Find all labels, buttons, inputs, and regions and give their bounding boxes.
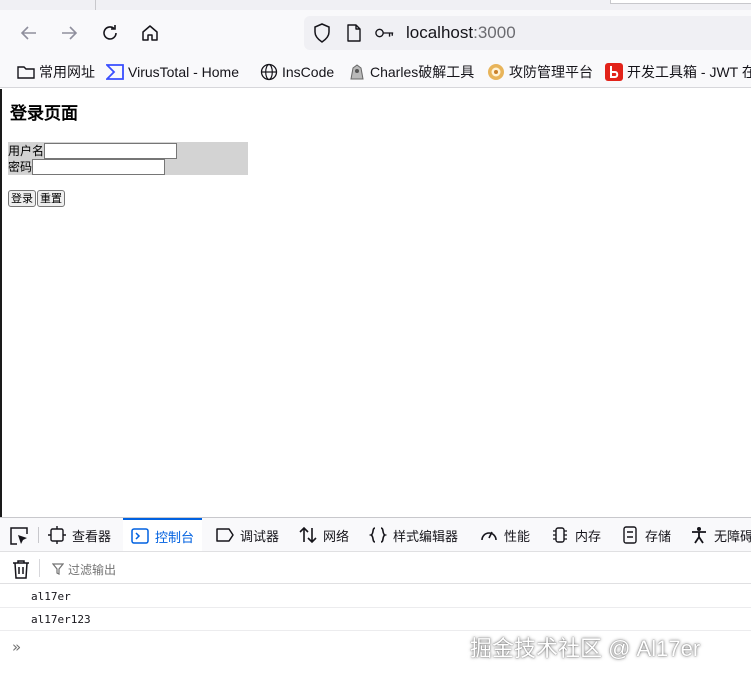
tab-network[interactable]: 网络 [299, 518, 350, 551]
url-bar[interactable]: localhost:3000 [304, 16, 751, 50]
tab-storage[interactable]: 存储 [621, 518, 672, 551]
console-input-prompt[interactable]: » [12, 638, 21, 656]
tab-label: 内存 [575, 528, 602, 544]
trash-icon[interactable] [12, 559, 30, 579]
tab-label: 存储 [645, 528, 672, 544]
bookmark-label: Charles破解工具 [370, 64, 475, 80]
devtools-tabs: 查看器 控制台 调试器 网络 样式编辑器 性能 内存 存储 无障碍 [0, 518, 751, 552]
tab-label: 样式编辑器 [393, 528, 459, 544]
username-row: 用户名 [8, 143, 178, 159]
accessibility-icon [690, 526, 708, 544]
tab-label: 控制台 [155, 529, 195, 545]
bookmark-folder-common[interactable]: 常用网址 [17, 61, 95, 83]
folder-icon [17, 63, 35, 81]
forward-icon[interactable] [57, 21, 81, 45]
inspector-icon [48, 526, 66, 544]
tab-memory[interactable]: 内存 [551, 518, 602, 551]
virustotal-icon [106, 63, 124, 81]
devtools-box-icon [605, 63, 623, 81]
tab-debugger[interactable]: 调试器 [216, 518, 280, 551]
web-page: 登录页面 用户名 密码 登录 重置 [0, 89, 751, 517]
filter-icon [52, 563, 64, 575]
bookmark-label: 常用网址 [39, 64, 95, 80]
bookmark-charles[interactable]: Charles破解工具 [348, 61, 474, 83]
tab-style-editor[interactable]: 样式编辑器 [369, 518, 459, 551]
key-icon[interactable] [375, 23, 395, 43]
filter-placeholder: 过滤输出 [68, 562, 117, 577]
bookmark-label: InsCode [282, 64, 335, 80]
filter-output-input[interactable]: 过滤输出 [52, 560, 116, 578]
bookmark-dev-toolbox[interactable]: 开发工具箱 - JWT 在 [605, 61, 751, 83]
login-button[interactable]: 登录 [8, 190, 36, 207]
bookmark-inscode[interactable]: InsCode [260, 61, 334, 83]
toolbar-separator [39, 559, 40, 577]
url-port: :3000 [473, 23, 516, 42]
url-text[interactable]: localhost:3000 [406, 23, 516, 43]
charles-icon [348, 63, 366, 81]
home-icon[interactable] [138, 21, 162, 45]
form-buttons: 登录 重置 [8, 190, 65, 207]
network-icon [299, 526, 317, 544]
memory-icon [551, 526, 569, 544]
bookmark-label: 开发工具箱 - JWT 在 [627, 64, 751, 80]
debugger-icon [216, 526, 234, 544]
tab-edge[interactable] [610, 0, 751, 4]
back-icon[interactable] [17, 21, 41, 45]
globe-icon [260, 63, 278, 81]
page-title: 登录页面 [10, 104, 78, 124]
tab-performance[interactable]: 性能 [480, 518, 531, 551]
tracking-shield-icon[interactable] [312, 23, 332, 43]
page-info-icon[interactable] [344, 23, 364, 43]
tab-label: 网络 [323, 528, 350, 544]
tab-separator [38, 527, 39, 543]
tab-label: 性能 [504, 528, 531, 544]
bookmark-attack-defense[interactable]: 攻防管理平台 [487, 61, 593, 83]
username-input[interactable] [44, 143, 178, 159]
reload-icon[interactable] [98, 21, 122, 45]
storage-icon [621, 526, 639, 544]
navigation-toolbar: localhost:3000 [0, 10, 751, 56]
console-log-row: al17er [0, 585, 751, 608]
console-log-text: al17er123 [31, 613, 91, 626]
bookmark-virustotal[interactable]: VirusTotal - Home [106, 61, 239, 83]
username-label: 用户名 [8, 144, 45, 158]
bookmark-label: VirusTotal - Home [128, 64, 240, 80]
watermark: 掘金技术社区 @ Al17er [470, 636, 701, 661]
tab-divider [95, 0, 96, 10]
console-icon [131, 527, 149, 545]
style-editor-icon [369, 526, 387, 544]
url-host: localhost [406, 23, 474, 42]
tab-console[interactable]: 控制台 [123, 518, 203, 551]
shield-badge-icon [487, 63, 505, 81]
password-label: 密码 [8, 160, 33, 174]
console-log-row: al17er123 [0, 608, 751, 631]
bookmark-label: 攻防管理平台 [509, 64, 593, 80]
bookmarks-bar: 常用网址 VirusTotal - Home InsCode Charles破解… [0, 56, 751, 88]
tab-inspector[interactable]: 查看器 [48, 518, 112, 551]
tab-accessibility[interactable]: 无障碍 [690, 518, 751, 551]
performance-icon [480, 526, 498, 544]
reset-button[interactable]: 重置 [37, 190, 65, 207]
password-input[interactable] [32, 159, 166, 175]
element-picker-icon[interactable] [9, 526, 29, 546]
devtools-panel: 查看器 控制台 调试器 网络 样式编辑器 性能 内存 存储 无障碍 过滤输出 a… [0, 517, 751, 677]
tab-label: 无障碍 [714, 528, 751, 544]
password-row: 密码 [8, 159, 166, 175]
console-log-text: al17er [31, 590, 71, 603]
console-toolbar: 过滤输出 [0, 553, 751, 584]
tab-label: 查看器 [72, 528, 112, 544]
login-form: 用户名 密码 [8, 142, 248, 175]
tab-label: 调试器 [240, 528, 280, 544]
tab-strip [0, 0, 751, 10]
